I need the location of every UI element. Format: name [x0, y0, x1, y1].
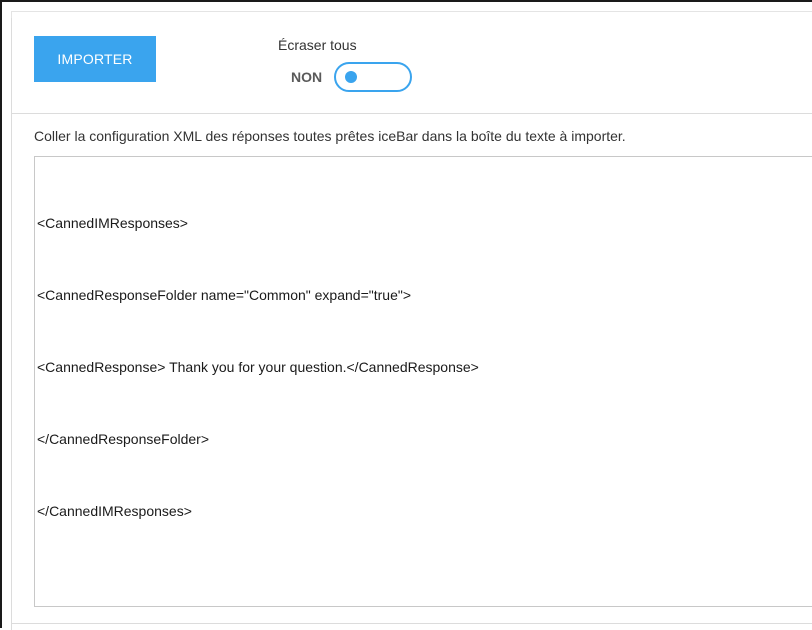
xml-line: <CannedResponse> Thank you for your ques…: [37, 359, 479, 375]
toggle-state-label: NON: [291, 69, 323, 85]
xml-line: </CannedResponseFolder>: [37, 431, 210, 447]
xml-line: </CannedIMResponses>: [37, 503, 192, 519]
overwrite-all-toggle[interactable]: [334, 62, 412, 92]
instructions-text: Coller la configuration XML des réponses…: [34, 128, 626, 144]
import-toolbar: IMPORTER Écraser tous NON: [12, 18, 812, 114]
xml-textarea[interactable]: <CannedIMResponses> <CannedResponseFolde…: [34, 156, 812, 607]
import-button[interactable]: IMPORTER: [34, 36, 156, 82]
top-divider: [11, 11, 812, 18]
toggle-knob: [345, 71, 357, 83]
xml-line: <CannedIMResponses>: [37, 215, 188, 231]
window-frame: IMPORTER Écraser tous NON Coller la conf…: [0, 0, 812, 630]
overwrite-all-label: Écraser tous: [278, 37, 357, 53]
xml-line: <CannedResponseFolder name="Common" expa…: [37, 287, 411, 303]
bottom-divider: [12, 623, 812, 630]
import-panel: IMPORTER Écraser tous NON Coller la conf…: [11, 18, 812, 630]
